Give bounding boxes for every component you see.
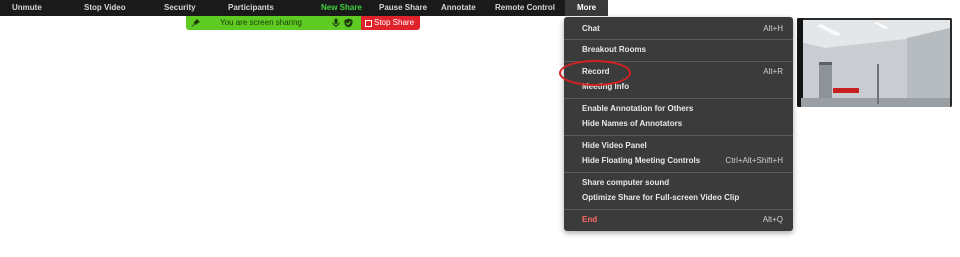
menu-item-label: Hide Names of Annotators — [582, 119, 683, 128]
menu-item-enable-annotation[interactable]: Enable Annotation for Others — [582, 102, 783, 116]
menu-item-meeting-info[interactable]: Meeting Info — [582, 80, 783, 94]
menu-divider — [564, 61, 793, 62]
menu-divider — [564, 39, 793, 40]
menu-item-record[interactable]: Record Alt+R — [582, 65, 783, 79]
screen-sharing-banner: You are screen sharing — [186, 16, 361, 30]
menu-item-label: Hide Floating Meeting Controls — [582, 156, 701, 165]
menu-item-hide-annotator-names[interactable]: Hide Names of Annotators — [582, 117, 783, 131]
pin-icon[interactable] — [191, 18, 201, 28]
menu-divider — [564, 135, 793, 136]
meeting-toolbar: Unmute Stop Video Security Participants … — [0, 0, 609, 16]
menu-item-shortcut: Ctrl+Alt+Shift+H — [725, 156, 783, 165]
menu-divider — [564, 209, 793, 210]
stop-share-button[interactable]: Stop Share — [361, 16, 420, 30]
menu-item-end[interactable]: End Alt+Q — [582, 213, 783, 227]
menu-item-chat[interactable]: Chat Alt+H — [582, 22, 783, 36]
menu-item-label: Record — [582, 67, 610, 76]
menu-item-shortcut: Alt+Q — [762, 215, 783, 224]
menu-item-label: Breakout Rooms — [582, 45, 647, 54]
camera-feed-image — [797, 18, 952, 107]
more-dropdown-menu: Chat Alt+H Breakout Rooms Record Alt+R M… — [564, 17, 793, 231]
menu-item-label: Meeting Info — [582, 82, 630, 91]
participants-button[interactable]: Participants — [228, 0, 274, 16]
menu-item-shortcut: Alt+R — [763, 67, 783, 76]
menu-divider — [564, 98, 793, 99]
remote-control-button[interactable]: Remote Control — [495, 0, 555, 16]
menu-item-label: Chat — [582, 24, 600, 33]
menu-item-label: Optimize Share for Full-screen Video Cli… — [582, 193, 740, 202]
pause-share-button[interactable]: Pause Share — [379, 0, 427, 16]
screen: Unmute Stop Video Security Participants … — [0, 0, 960, 257]
new-share-button[interactable]: New Share — [321, 0, 362, 16]
stop-share-label: Stop Share — [374, 18, 415, 27]
shield-icon[interactable] — [344, 18, 353, 28]
stop-video-button[interactable]: Stop Video — [84, 0, 126, 16]
menu-item-label: End — [582, 215, 598, 224]
menu-item-shortcut: Alt+H — [763, 24, 783, 33]
menu-item-share-computer-sound[interactable]: Share computer sound — [582, 176, 783, 190]
more-button[interactable]: More — [565, 0, 609, 16]
menu-item-label: Share computer sound — [582, 178, 670, 187]
annotate-button[interactable]: Annotate — [441, 0, 476, 16]
menu-item-hide-video-panel[interactable]: Hide Video Panel — [582, 139, 783, 153]
security-button[interactable]: Security — [164, 0, 196, 16]
unmute-button[interactable]: Unmute — [12, 0, 42, 16]
menu-item-label: Hide Video Panel — [582, 141, 647, 150]
menu-item-hide-floating-controls[interactable]: Hide Floating Meeting Controls Ctrl+Alt+… — [582, 154, 783, 168]
video-thumbnail[interactable] — [797, 18, 952, 107]
microphone-icon[interactable] — [332, 18, 340, 28]
sharing-status-text: You are screen sharing — [220, 18, 302, 27]
menu-item-optimize-share[interactable]: Optimize Share for Full-screen Video Cli… — [582, 191, 783, 205]
menu-divider — [564, 172, 793, 173]
menu-item-label: Enable Annotation for Others — [582, 104, 694, 113]
menu-item-breakout-rooms[interactable]: Breakout Rooms — [582, 43, 783, 57]
stop-square-icon — [365, 20, 372, 27]
